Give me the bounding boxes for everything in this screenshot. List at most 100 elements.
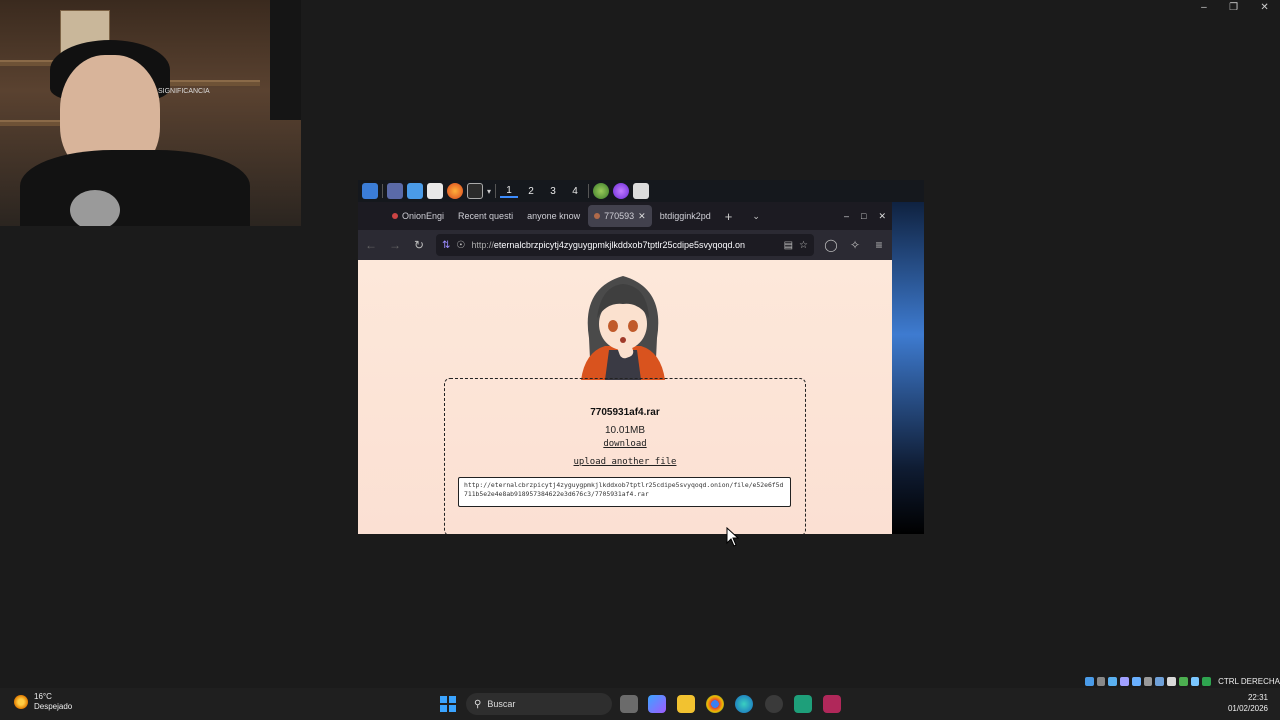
- weather-text: 16°C Despejado: [34, 692, 72, 712]
- upload-result-card: 7705931af4.rar 10.01MB download upload a…: [444, 378, 806, 534]
- file-name: 7705931af4.rar: [590, 407, 660, 418]
- anime-mascot-image: [581, 276, 665, 380]
- divider: [382, 184, 383, 198]
- terminal-icon[interactable]: [467, 183, 483, 199]
- new-tab-button[interactable]: +: [725, 209, 733, 224]
- browser-window-controls: – □ ✕: [844, 211, 892, 222]
- screen-icon[interactable]: [1143, 676, 1153, 686]
- cpu-icon[interactable]: [1167, 676, 1176, 686]
- minimize-icon[interactable]: –: [1201, 2, 1207, 13]
- window-icon[interactable]: [633, 183, 650, 199]
- tab-bar: OnionEngi Recent questi anyone know 7705…: [358, 202, 892, 230]
- folder-icon[interactable]: [407, 183, 423, 199]
- menu-icon[interactable]: ≡: [872, 238, 886, 252]
- workspace-2[interactable]: 2: [522, 186, 540, 197]
- file-size: 10.01MB: [604, 425, 646, 436]
- weather-widget[interactable]: 16°C Despejado: [14, 692, 72, 712]
- new-identity-icon[interactable]: ✧: [848, 238, 862, 252]
- reader-view-icon[interactable]: ▤: [784, 240, 793, 251]
- back-button[interactable]: ←: [364, 238, 378, 252]
- lock-icon[interactable]: ☉: [456, 240, 465, 251]
- page-content: 7705931af4.rar 10.01MB download upload a…: [358, 260, 892, 534]
- chevron-down-icon[interactable]: ⌄: [752, 211, 760, 222]
- workspace-3[interactable]: 3: [544, 186, 562, 197]
- desktop-wallpaper: [892, 202, 924, 534]
- minimize-icon[interactable]: –: [844, 211, 849, 222]
- vm-top-panel: ▾ 1 2 3 4: [358, 180, 924, 202]
- desktop-icon[interactable]: [387, 183, 403, 199]
- favicon-icon: [392, 213, 398, 219]
- tab-file-download[interactable]: 770593 ✕: [588, 205, 652, 227]
- mouse-cursor-icon: [726, 527, 740, 547]
- url-host: eternalcbrzpicytj4zyguygpmkjlkddxob7tptl…: [493, 240, 746, 250]
- weather-description: Despejado: [34, 702, 73, 711]
- tor-circuit-icon[interactable]: ⇅: [442, 240, 450, 251]
- usb-icon[interactable]: [1120, 676, 1129, 686]
- browser-window: OnionEngi Recent questi anyone know 7705…: [358, 202, 892, 534]
- upload-another-file-link[interactable]: upload another file: [445, 457, 805, 467]
- favicon-icon: [594, 213, 601, 219]
- obs-icon[interactable]: [765, 695, 783, 713]
- forward-button[interactable]: →: [388, 238, 402, 252]
- tab-label: Recent questi: [458, 211, 514, 221]
- search-box[interactable]: ⚲ Buscar: [466, 693, 612, 715]
- firefox-icon[interactable]: [447, 183, 463, 199]
- clock-time: 22:31: [1247, 693, 1268, 702]
- shared-folder-icon[interactable]: [1131, 676, 1141, 686]
- workspace-1[interactable]: 1: [500, 185, 519, 198]
- shield-icon[interactable]: ◯: [824, 238, 838, 252]
- close-tab-icon[interactable]: ✕: [638, 211, 646, 222]
- tor-icon[interactable]: [613, 183, 630, 199]
- arrow-icon[interactable]: [1202, 676, 1212, 686]
- app-icon[interactable]: [823, 695, 841, 713]
- vmware-icon[interactable]: [794, 695, 812, 713]
- tab-onionengine[interactable]: OnionEngi: [386, 205, 450, 227]
- weather-temperature: 16°C: [34, 692, 52, 701]
- document-icon[interactable]: [427, 183, 443, 199]
- clock-date: 01/02/2026: [1227, 704, 1268, 713]
- tab-recent-questions[interactable]: Recent questi: [452, 205, 519, 227]
- shelf-sign: SIGNIFICANCIA: [158, 88, 210, 95]
- tab-btdigg[interactable]: btdiggink2pd: [654, 205, 717, 227]
- share-link-field[interactable]: http://eternalcbrzpicytj4zyguygpmkjlkddx…: [458, 477, 791, 507]
- tor-browser-icon[interactable]: [593, 183, 610, 199]
- clock[interactable]: 22:31 01/02/2026: [1228, 692, 1268, 714]
- mouse-integration-icon[interactable]: [1178, 676, 1188, 686]
- app-launcher-icon[interactable]: [362, 183, 378, 199]
- start-button[interactable]: [440, 696, 456, 712]
- reload-button[interactable]: ↻: [412, 238, 426, 252]
- door-frame: [270, 0, 301, 120]
- address-bar[interactable]: ⇅ ☉ http://eternalcbrzpicytj4zyguygpmkjl…: [436, 234, 814, 256]
- url-text: http://eternalcbrzpicytj4zyguygpmkjlkddx…: [471, 240, 745, 250]
- host-window-controls: – ❐ ✕: [1190, 0, 1280, 14]
- tab-anyone-know[interactable]: anyone know: [521, 205, 586, 227]
- chevron-down-icon[interactable]: ▾: [487, 187, 491, 196]
- display-icon[interactable]: [1108, 676, 1118, 686]
- bookmark-star-icon[interactable]: ☆: [799, 240, 808, 251]
- divider: [588, 184, 590, 198]
- shelf: [0, 120, 60, 126]
- search-placeholder: Buscar: [487, 699, 516, 709]
- keyboard-icon[interactable]: [1190, 676, 1200, 686]
- tab-label: anyone know: [527, 211, 581, 221]
- close-icon[interactable]: ✕: [878, 211, 886, 222]
- maximize-icon[interactable]: □: [861, 211, 866, 222]
- chrome-icon[interactable]: [706, 695, 724, 713]
- task-view-icon[interactable]: [620, 695, 638, 713]
- url-protocol: http://: [471, 240, 494, 250]
- tab-label: 770593: [604, 211, 635, 221]
- record-icon[interactable]: [1155, 676, 1165, 686]
- webcam-feed: SIGNIFICANCIA: [0, 0, 301, 226]
- network-icon[interactable]: [1085, 676, 1094, 686]
- file-explorer-icon[interactable]: [677, 695, 695, 713]
- restore-icon[interactable]: ❐: [1229, 2, 1238, 13]
- edge-icon[interactable]: [735, 695, 753, 713]
- taskbar: 16°C Despejado ⚲ Buscar 22:31 01/02/2026: [0, 688, 1280, 720]
- close-icon[interactable]: ✕: [1260, 2, 1268, 13]
- download-link[interactable]: download: [445, 439, 805, 449]
- disk-icon[interactable]: [1096, 676, 1106, 686]
- workspace-4[interactable]: 4: [566, 186, 584, 197]
- copilot-icon[interactable]: [648, 695, 666, 713]
- navigation-bar: ← → ↻ ⇅ ☉ http://eternalcbrzpicytj4zyguy…: [358, 230, 892, 260]
- tab-label: OnionEngi: [402, 211, 445, 221]
